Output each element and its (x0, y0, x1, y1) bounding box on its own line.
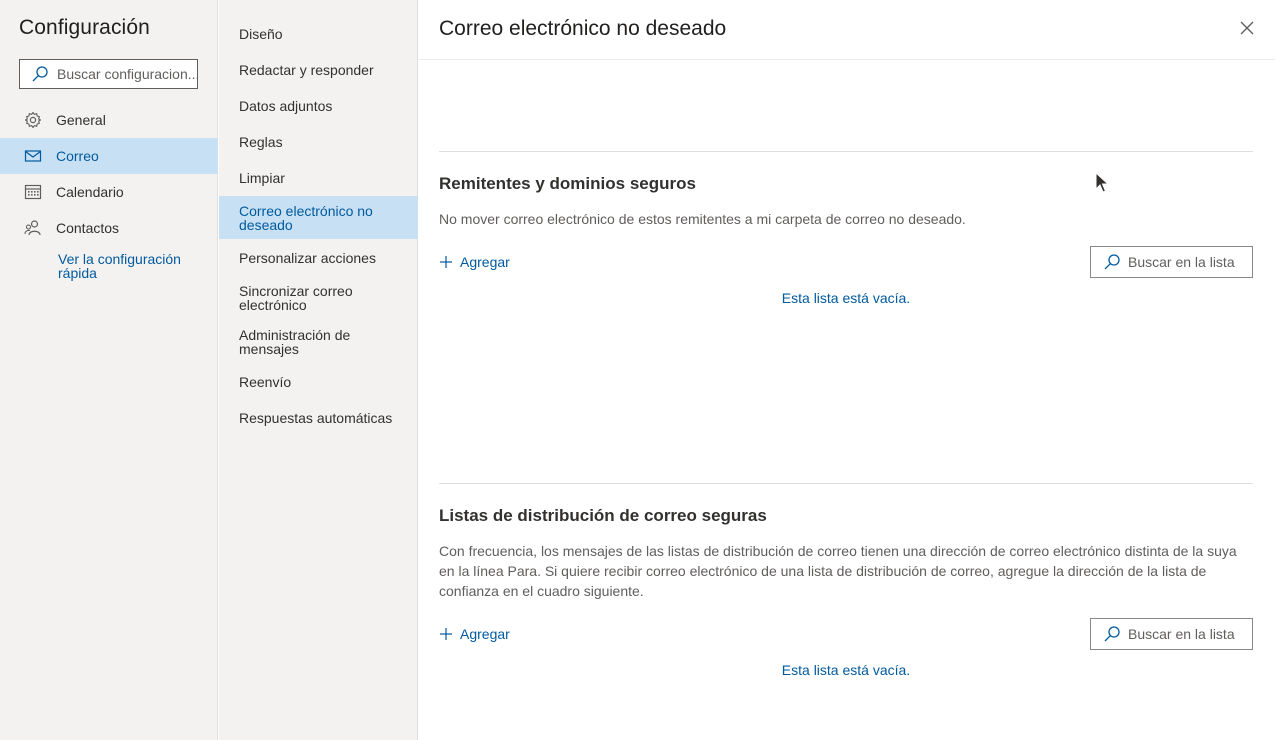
category-label: Contactos (56, 220, 120, 236)
safe-lists-title: Listas de distribución de correo seguras (439, 506, 767, 525)
settings-search-input[interactable] (57, 66, 197, 82)
category-label: Calendario (56, 184, 124, 200)
category-contacts[interactable]: Contactos (0, 210, 218, 246)
search-icon (1104, 626, 1120, 642)
search-icon (1104, 254, 1120, 270)
nav-item-layout[interactable]: Diseño (219, 16, 418, 52)
nav-item-sync-email[interactable]: Sincronizar correo electrónico (219, 276, 418, 320)
mouse-cursor-icon (1095, 172, 1110, 193)
mail-settings-nav: Diseño Redactar y responder Datos adjunt… (219, 0, 418, 740)
add-label: Agregar (460, 626, 510, 642)
safe-lists-empty-message: Esta lista está vacía. (781, 662, 911, 678)
section-divider (439, 151, 1253, 152)
page-title: Correo electrónico no deseado (439, 17, 727, 40)
category-label: Correo (56, 148, 99, 164)
category-mail[interactable]: Correo (0, 138, 218, 174)
nav-item-customize-actions[interactable]: Personalizar acciones (219, 240, 418, 276)
gear-icon (24, 111, 42, 129)
safe-lists-search-box[interactable] (1090, 618, 1253, 650)
add-label: Agregar (460, 254, 510, 270)
main-header: Correo electrónico no deseado (419, 0, 1275, 60)
nav-item-junk-email[interactable]: Correo electrónico no deseado (219, 196, 418, 239)
search-icon (31, 65, 49, 83)
nav-item-compose-reply[interactable]: Redactar y responder (219, 52, 418, 88)
settings-nav: Configuración General Correo Calendario … (0, 0, 218, 740)
safe-senders-search-input[interactable] (1128, 254, 1248, 270)
nav-item-forwarding[interactable]: Reenvío (219, 364, 418, 400)
safe-lists-search-input[interactable] (1128, 626, 1248, 642)
safe-senders-empty-message: Esta lista está vacía. (781, 290, 911, 306)
safe-senders-search-box[interactable] (1090, 246, 1253, 278)
nav-item-message-handling[interactable]: Administración de mensajes (219, 320, 418, 364)
people-icon (24, 219, 42, 237)
quick-settings-link[interactable]: Ver la configuración rápida (58, 252, 208, 280)
calendar-icon (24, 183, 42, 201)
nav-item-automatic-replies[interactable]: Respuestas automáticas (219, 400, 418, 436)
close-button[interactable] (1237, 18, 1257, 38)
nav-item-rules[interactable]: Reglas (219, 124, 418, 160)
plus-icon (440, 256, 452, 268)
nav-item-attachments[interactable]: Datos adjuntos (219, 88, 418, 124)
nav-item-sweep[interactable]: Limpiar (219, 160, 418, 196)
add-safe-list-button[interactable]: Agregar (439, 626, 510, 642)
safe-senders-title: Remitentes y dominios seguros (439, 174, 696, 193)
safe-senders-description: No mover correo electrónico de estos rem… (439, 211, 966, 227)
category-label: General (56, 112, 106, 128)
plus-icon (440, 628, 452, 640)
main-panel: Correo electrónico no deseado Remitentes… (419, 0, 1275, 740)
add-safe-sender-button[interactable]: Agregar (439, 254, 510, 270)
mail-icon (24, 147, 42, 165)
category-general[interactable]: General (0, 102, 218, 138)
safe-lists-description: Con frecuencia, los mensajes de las list… (439, 543, 1237, 599)
settings-title: Configuración (19, 16, 150, 39)
section-divider (439, 483, 1253, 484)
settings-search-box[interactable] (19, 59, 198, 89)
category-calendar[interactable]: Calendario (0, 174, 218, 210)
close-icon (1240, 21, 1254, 35)
